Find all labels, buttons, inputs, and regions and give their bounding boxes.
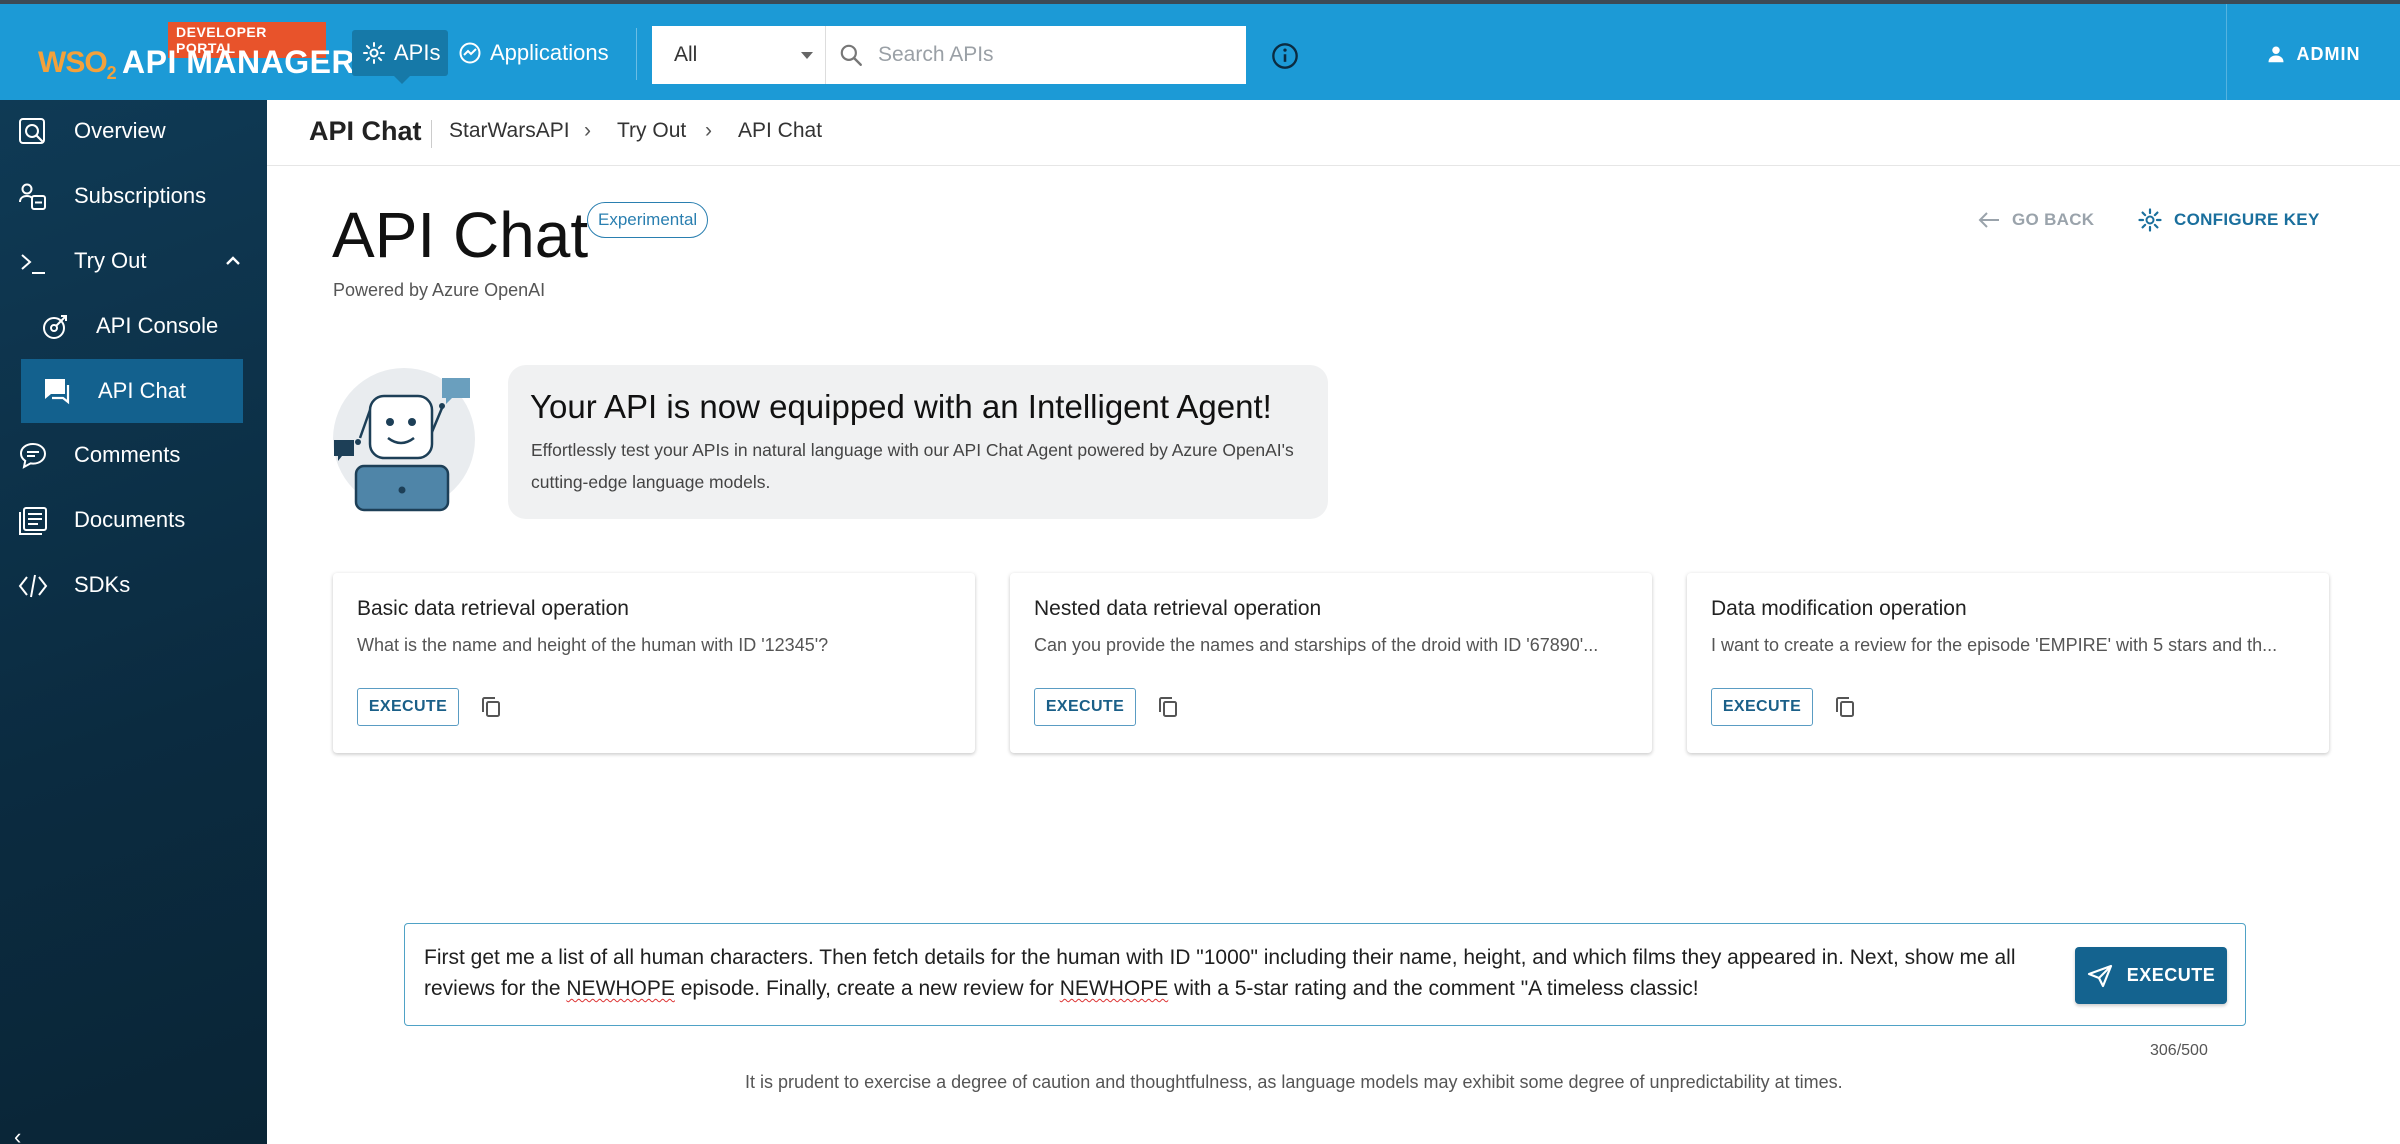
breadcrumb-divider	[431, 120, 432, 148]
overview-icon	[19, 118, 45, 144]
breadcrumb-item-try-out[interactable]: Try Out	[617, 119, 686, 143]
configure-key-label: CONFIGURE KEY	[2174, 210, 2320, 229]
wso2-logo[interactable]: DEVELOPER PORTAL WSO2 API MANAGER	[36, 22, 355, 86]
sample-query: Can you provide the names and starships …	[1034, 635, 1599, 655]
terminal-icon	[21, 254, 45, 274]
sidebar-item-label: Documents	[74, 507, 186, 532]
breadcrumb: API Chat StarWarsAPI › Try Out › API Cha…	[267, 100, 2400, 166]
sidebar-item-documents[interactable]: Documents	[0, 489, 267, 551]
page-title: API Chat	[332, 199, 589, 271]
breadcrumb-item-api-chat: API Chat	[738, 119, 823, 142]
sample-execute-button[interactable]: EXECUTE	[1711, 688, 1813, 726]
sample-execute-button[interactable]: EXECUTE	[1034, 688, 1136, 726]
left-sidebar: Overview Subscriptions Try Out API Conso…	[0, 100, 267, 1144]
sidebar-item-label: Subscriptions	[74, 183, 207, 208]
sidebar-item-try-out[interactable]: Try Out	[0, 230, 267, 292]
sidebar-item-label: Comments	[74, 442, 181, 467]
sidebar-collapse-button[interactable]: ‹	[14, 1124, 21, 1144]
sidebar-item-api-console[interactable]: API Console	[0, 295, 267, 357]
arrow-left-icon	[1978, 212, 1999, 228]
user-menu-button[interactable]: ADMIN	[2226, 4, 2400, 104]
sidebar-item-api-chat[interactable]: API Chat	[21, 359, 243, 423]
experimental-badge: Experimental	[587, 202, 709, 238]
subscriptions-icon	[19, 183, 46, 210]
sidebar-item-overview[interactable]: Overview	[0, 100, 267, 162]
search-icon	[840, 44, 862, 66]
go-back-label: GO BACK	[2012, 210, 2095, 229]
sidebar-item-subscriptions[interactable]: Subscriptions	[0, 165, 267, 227]
documents-icon	[19, 507, 47, 535]
search-scope-select[interactable]: All	[652, 26, 826, 84]
breadcrumb-item-api[interactable]: StarWarsAPI	[449, 119, 570, 143]
top-app-bar: DEVELOPER PORTAL WSO2 API MANAGER APIs A…	[0, 0, 2400, 104]
sample-query: What is the name and height of the human…	[357, 635, 829, 655]
breadcrumb-title: API Chat	[309, 116, 422, 146]
search-input[interactable]	[878, 43, 1218, 67]
go-back-button[interactable]: GO BACK	[1978, 210, 2094, 230]
sample-title: Nested data retrieval operation	[1034, 597, 1322, 620]
gear-icon	[363, 42, 385, 64]
sidebar-item-sdks[interactable]: SDKs	[0, 554, 267, 616]
chevron-down-icon	[801, 52, 813, 59]
robot-agent-illustration	[334, 378, 470, 512]
copy-icon[interactable]	[479, 695, 503, 719]
search-box	[826, 26, 1246, 84]
sidebar-item-label: Overview	[74, 118, 166, 143]
powered-by-text: Powered by Azure OpenAI	[333, 280, 546, 300]
send-icon	[2087, 964, 2112, 987]
spellcheck-word: NEWHOPE	[1059, 977, 1169, 1000]
sidebar-item-comments[interactable]: Comments	[0, 424, 267, 486]
sample-query-card: Data modification operation I want to cr…	[1687, 573, 2329, 753]
person-icon	[2268, 46, 2283, 63]
sidebar-item-label: API Console	[96, 313, 219, 338]
chat-icon	[45, 379, 70, 405]
nav-applications-label: Applications	[490, 40, 609, 65]
chat-query-text[interactable]: First get me a list of all human charact…	[424, 942, 2044, 1004]
nav-apis-button[interactable]: APIs	[352, 30, 448, 84]
breadcrumb-separator: ›	[705, 119, 712, 142]
breadcrumb-separator: ›	[584, 119, 591, 142]
comments-icon	[19, 442, 47, 469]
chat-execute-label: EXECUTE	[2126, 965, 2216, 985]
chat-execute-button[interactable]: EXECUTE	[2075, 947, 2227, 1004]
nav-applications-button[interactable]: Applications	[458, 30, 609, 76]
intro-title: Your API is now equipped with an Intelli…	[530, 388, 1272, 425]
spellcheck-word: NEWHOPE	[566, 977, 675, 1000]
sample-query-card: Nested data retrieval operation Can you …	[1010, 573, 1652, 753]
sidebar-item-label: Try Out	[74, 248, 147, 273]
logo-brand: WSO2	[38, 46, 117, 83]
chevron-up-icon[interactable]	[224, 252, 242, 270]
intro-description: Effortlessly test your APIs in natural l…	[531, 440, 1294, 492]
configure-key-button[interactable]: CONFIGURE KEY	[2138, 208, 2320, 232]
sample-title: Data modification operation	[1711, 597, 1967, 620]
sample-title: Basic data retrieval operation	[357, 597, 629, 620]
copy-icon[interactable]	[1833, 695, 1857, 719]
product-name: API MANAGER	[122, 44, 356, 80]
gear-icon	[2138, 208, 2162, 232]
console-icon	[43, 315, 67, 339]
user-name: ADMIN	[2296, 43, 2361, 64]
nav-divider	[636, 28, 637, 80]
chat-query-field[interactable]: First get me a list of all human charact…	[404, 923, 2246, 1026]
sample-execute-button[interactable]: EXECUTE	[357, 688, 459, 726]
character-counter: 306/500	[2150, 1042, 2208, 1059]
copy-icon[interactable]	[1156, 695, 1180, 719]
code-icon	[18, 574, 48, 598]
llm-disclaimer: It is prudent to exercise a degree of ca…	[745, 1072, 1843, 1092]
sidebar-item-label: SDKs	[74, 572, 131, 597]
sidebar-item-label: API Chat	[98, 378, 187, 403]
applications-icon	[459, 42, 481, 64]
search-scope-value: All	[674, 43, 698, 66]
sample-query: I want to create a review for the episod…	[1711, 635, 2278, 655]
info-icon[interactable]	[1271, 42, 1299, 70]
sample-query-card: Basic data retrieval operation What is t…	[333, 573, 975, 753]
nav-apis-label: APIs	[394, 40, 441, 65]
